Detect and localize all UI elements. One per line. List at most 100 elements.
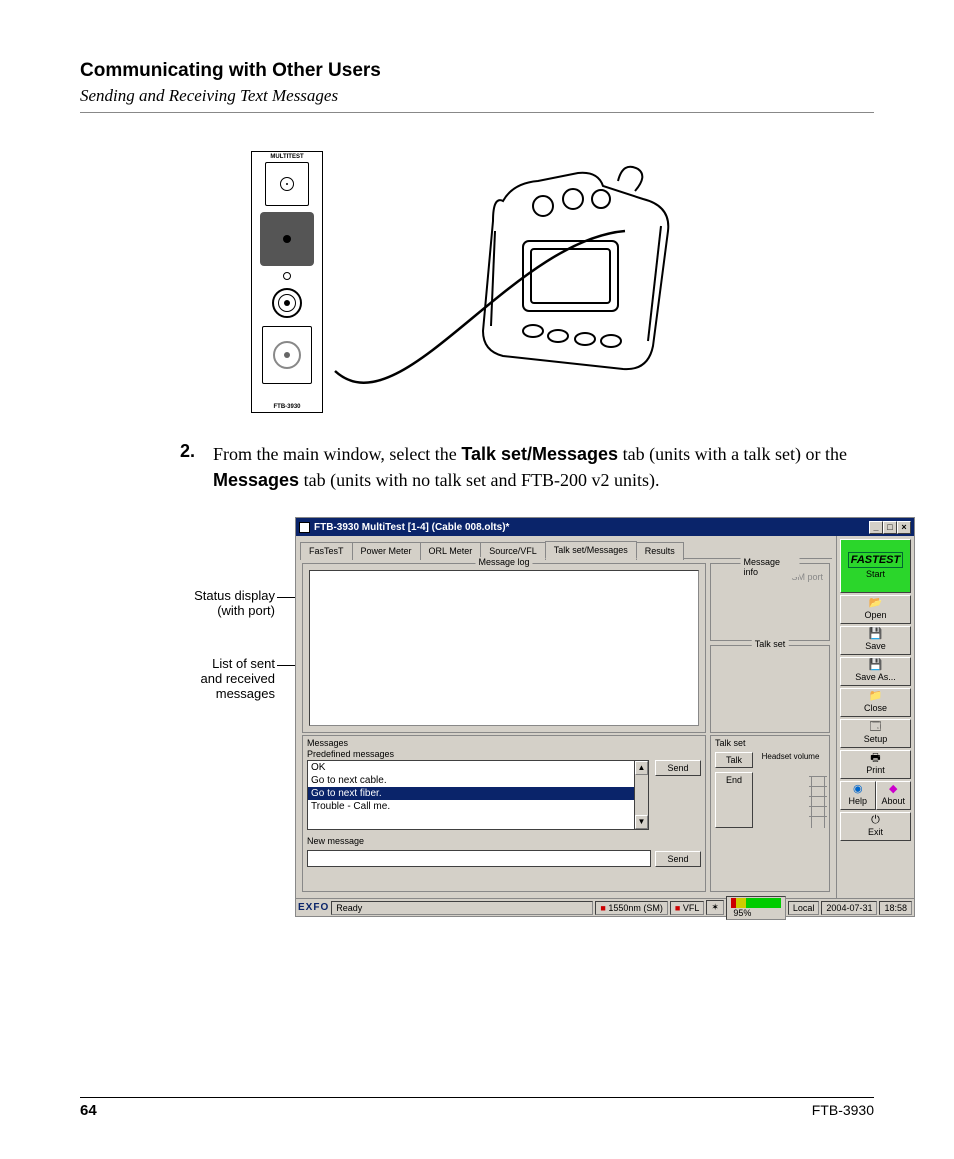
window-title: FTB-3930 MultiTest [1-4] (Cable 008.olts… (314, 522, 509, 533)
close-button[interactable]: × (897, 521, 911, 534)
save-icon: 💾 (869, 660, 883, 671)
module-led (283, 272, 291, 280)
start-label: Start (866, 569, 885, 579)
list-item[interactable]: Trouble - Call me. (308, 800, 634, 813)
exit-button[interactable]: ⏻Exit (840, 812, 911, 841)
listbox-scrollbar[interactable]: ▲ ▼ (634, 760, 649, 830)
callout-list-l3: messages (216, 686, 275, 701)
module-port-4 (262, 326, 312, 384)
module-panel: MULTITEST FTB-3930 (251, 151, 323, 413)
print-icon: 🖶 (870, 753, 880, 764)
step-text-mid2: tab (units with no talk set and FTB-200 … (299, 470, 659, 490)
saveas-label: Save As... (855, 672, 896, 682)
new-message-input[interactable] (307, 850, 651, 867)
status-signal-icon: ✶ (706, 900, 724, 915)
minimize-button[interactable]: _ (869, 521, 883, 534)
message-log-area[interactable] (309, 570, 699, 726)
status-vfl-text: VFL (683, 903, 700, 913)
message-info-fieldset: Message info SM port (710, 563, 830, 641)
exit-label: Exit (868, 827, 883, 837)
module-port-3 (272, 288, 302, 318)
scroll-up-icon[interactable]: ▲ (635, 761, 648, 775)
list-item[interactable]: Go to next cable. (308, 774, 634, 787)
talkset-title: Talk set (715, 738, 825, 748)
module-port-2 (260, 212, 314, 266)
status-vfl: ■ VFL (670, 901, 704, 915)
tab-orlmeter[interactable]: ORL Meter (420, 542, 482, 560)
close-file-button[interactable]: 📁Close (840, 688, 911, 717)
message-info-legend: Message info (741, 557, 800, 577)
step-text-mid1: tab (units with a talk set) or the (618, 444, 847, 464)
app-window: FTB-3930 MultiTest [1-4] (Cable 008.olts… (295, 517, 915, 917)
exfo-logo: EXFO (298, 902, 329, 913)
help-icon: ◉ (853, 784, 863, 795)
message-log-legend: Message log (475, 557, 532, 567)
titlebar[interactable]: FTB-3930 MultiTest [1-4] (Cable 008.olts… (296, 518, 914, 536)
list-item[interactable]: OK (308, 761, 634, 774)
page-title: Communicating with Other Users (80, 60, 874, 82)
tab-fastest[interactable]: FasTesT (300, 542, 353, 560)
start-button[interactable]: FASTEST Start (840, 539, 911, 593)
end-button[interactable]: End (715, 772, 753, 828)
saveas-button[interactable]: 💾Save As... (840, 657, 911, 686)
handheld-device (443, 151, 703, 381)
setup-button[interactable]: 🗔Setup (840, 719, 911, 748)
status-local: Local (788, 901, 820, 915)
page-number: 64 (80, 1102, 97, 1119)
about-label: About (881, 796, 905, 806)
about-button[interactable]: ◆About (876, 781, 912, 810)
print-button[interactable]: 🖶Print (840, 750, 911, 779)
callout-status-l1: Status display (194, 588, 275, 603)
module-top-label: MULTITEST (270, 154, 303, 160)
callout-list: List of sent and received messages (137, 657, 275, 702)
volume-slider[interactable] (811, 776, 825, 828)
print-label: Print (866, 765, 885, 775)
predefined-listbox[interactable]: OK Go to next cable. Go to next fiber. T… (307, 760, 634, 830)
hardware-figure: MULTITEST FTB-3930 (80, 151, 874, 411)
save-button[interactable]: 💾Save (840, 626, 911, 655)
talk-button[interactable]: Talk (715, 752, 753, 768)
page-footer: 64 FTB-3930 (80, 1097, 874, 1119)
predefined-label: Predefined messages (307, 749, 701, 759)
callout-list-l1: List of sent (212, 656, 275, 671)
scroll-down-icon[interactable]: ▼ (635, 815, 648, 829)
talkset-info-legend: Talk set (752, 639, 789, 649)
step-text-pre: From the main window, select the (213, 444, 461, 464)
callout-status: Status display (with port) (137, 589, 275, 619)
maximize-button[interactable]: □ (883, 521, 897, 534)
help-label: Help (848, 796, 867, 806)
talkset-panel: Talk set Talk Headset volume End (710, 735, 830, 892)
messages-title: Messages (307, 738, 701, 748)
fastest-logo: FASTEST (848, 552, 904, 568)
send-new-button[interactable]: Send (655, 851, 701, 867)
step-bold-1: Talk set/Messages (461, 444, 618, 464)
send-predef-button[interactable]: Send (655, 760, 701, 776)
open-button[interactable]: 📂Open (840, 595, 911, 624)
battery-pct: 95% (733, 908, 751, 918)
battery-leds (731, 898, 781, 908)
step-text: From the main window, select the Talk se… (213, 441, 854, 493)
help-button[interactable]: ◉Help (840, 781, 876, 810)
step-number: 2. (180, 441, 195, 493)
power-icon: ⏻ (871, 815, 880, 826)
newmsg-label: New message (307, 836, 701, 846)
list-item-selected[interactable]: Go to next fiber. (308, 787, 634, 800)
step-bold-2: Messages (213, 470, 299, 490)
tab-talkset-messages[interactable]: Talk set/Messages (545, 541, 637, 559)
messages-panel: Messages Predefined messages OK Go to ne… (302, 735, 706, 892)
step-2: 2. From the main window, select the Talk… (180, 441, 854, 493)
setup-icon: 🗔 (870, 722, 882, 733)
statusbar: EXFO Ready ■ 1550nm (SM) ■ VFL ✶ 95% Loc… (296, 898, 914, 916)
tab-powermeter[interactable]: Power Meter (352, 542, 421, 560)
status-date: 2004-07-31 (821, 901, 877, 915)
headset-volume-label: Headset volume (756, 752, 825, 768)
status-wavelength: ■ 1550nm (SM) (595, 901, 667, 915)
tab-results[interactable]: Results (636, 542, 684, 560)
callout-status-l2: (with port) (217, 603, 275, 618)
footer-model: FTB-3930 (812, 1102, 874, 1119)
talkset-info-fieldset: Talk set (710, 645, 830, 733)
save-label: Save (865, 641, 886, 651)
folder-open-icon: 📂 (869, 598, 883, 609)
folder-icon: 📁 (869, 691, 883, 702)
close-label: Close (864, 703, 887, 713)
